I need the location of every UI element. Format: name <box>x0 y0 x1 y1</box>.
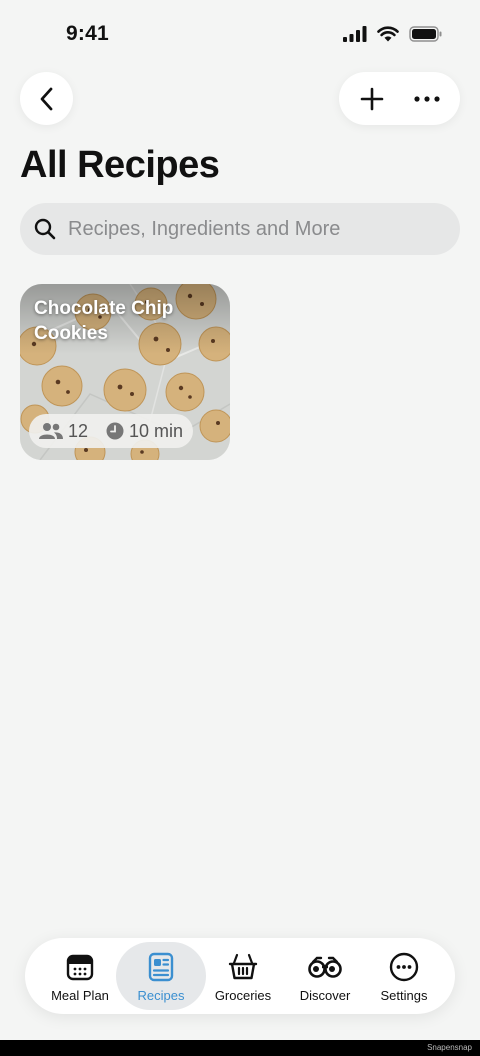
footer-strip: Snapensnap <box>0 1040 480 1056</box>
recipe-card-icon <box>148 952 174 982</box>
tab-label: Settings <box>380 988 428 1003</box>
cellular-signal-icon <box>343 26 367 42</box>
tab-discover[interactable]: Discover <box>280 942 370 1010</box>
tab-settings[interactable]: Settings <box>359 942 449 1010</box>
tab-label: Recipes <box>137 988 185 1003</box>
battery-icon <box>409 26 442 42</box>
watermark: Snapensnap <box>427 1043 472 1052</box>
basket-icon <box>228 953 258 980</box>
search-bar[interactable] <box>20 203 460 255</box>
back-button[interactable] <box>20 72 73 125</box>
tab-label: Discover <box>299 988 351 1003</box>
recipe-title: Chocolate Chip Cookies <box>34 298 174 344</box>
status-bar: 9:41 <box>0 0 480 70</box>
binoculars-icon <box>308 956 342 978</box>
recipe-card[interactable]: Chocolate Chip Cookies 12 10 min <box>20 284 230 460</box>
ellipsis-icon <box>414 95 440 102</box>
tab-meal-plan[interactable]: Meal Plan <box>35 942 125 1010</box>
wifi-icon <box>377 26 399 42</box>
people-icon <box>39 423 63 439</box>
search-input[interactable] <box>66 216 430 242</box>
calendar-icon <box>66 954 94 981</box>
tab-groceries[interactable]: Groceries <box>198 942 288 1010</box>
status-icons <box>343 26 442 42</box>
tab-label: Groceries <box>214 988 272 1003</box>
tab-label: Meal Plan <box>51 988 109 1003</box>
header-actions <box>339 72 460 125</box>
status-time: 9:41 <box>66 22 109 45</box>
recipe-meta: 12 10 min <box>29 414 194 448</box>
tab-bar: Meal Plan Recipes Groceries Discover Set… <box>25 938 455 1014</box>
page-title: All Recipes <box>20 144 220 186</box>
cook-time: 10 min <box>129 420 184 441</box>
chevron-left-icon <box>40 87 52 110</box>
more-circle-icon <box>389 952 419 982</box>
more-options-button[interactable] <box>403 75 451 123</box>
clock-icon <box>106 422 124 440</box>
servings-count: 12 <box>68 420 89 441</box>
add-recipe-button[interactable] <box>348 75 396 123</box>
search-icon <box>34 218 56 240</box>
plus-icon <box>360 87 384 110</box>
tab-recipes[interactable]: Recipes <box>116 942 206 1010</box>
